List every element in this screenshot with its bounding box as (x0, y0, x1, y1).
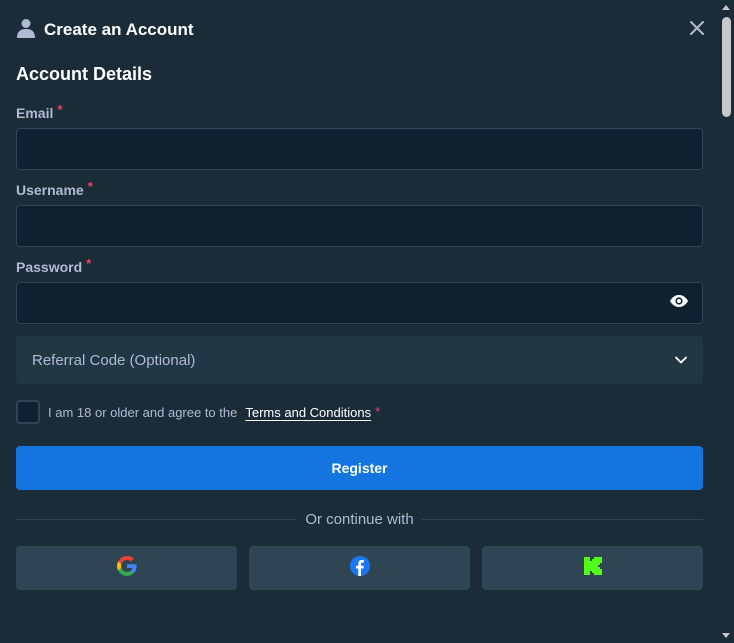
create-account-modal: Create an Account Account Details Email … (0, 0, 719, 643)
kick-login-button[interactable] (482, 546, 703, 590)
divider-line-left (16, 518, 298, 520)
username-label: Username * (16, 179, 703, 198)
divider: Or continue with (16, 510, 704, 528)
email-field-group: Email * (16, 102, 703, 170)
referral-code-toggle[interactable]: Referral Code (Optional) (16, 336, 703, 384)
required-mark: * (375, 404, 381, 419)
terms-text: I am 18 or older and agree to the (48, 404, 238, 420)
social-login-row (16, 546, 703, 590)
close-icon (689, 20, 705, 41)
email-label: Email * (16, 102, 703, 121)
username-label-text: Username (16, 182, 84, 198)
username-input[interactable] (16, 205, 703, 247)
divider-line-right (421, 518, 704, 520)
required-mark: * (57, 102, 63, 117)
password-input-wrap (16, 282, 703, 324)
email-input[interactable] (16, 128, 703, 170)
google-icon (116, 555, 137, 581)
facebook-login-button[interactable] (249, 546, 470, 590)
password-visibility-toggle[interactable] (669, 294, 689, 312)
user-icon (16, 18, 36, 43)
terms-link[interactable]: Terms and Conditions (245, 405, 371, 420)
email-label-text: Email (16, 105, 54, 121)
required-mark: * (86, 256, 92, 271)
terms-checkbox[interactable] (16, 400, 40, 424)
scrollbar[interactable] (719, 0, 734, 643)
close-button[interactable] (685, 18, 709, 42)
scroll-up-arrow-icon[interactable] (722, 5, 730, 10)
section-title: Account Details (16, 64, 153, 84)
modal-title: Create an Account (44, 20, 194, 39)
google-login-button[interactable] (16, 546, 237, 590)
password-field-group: Password * (16, 256, 703, 324)
username-field-group: Username * (16, 179, 703, 247)
register-button[interactable]: Register (16, 446, 703, 490)
facebook-icon (349, 555, 370, 581)
modal-header: Create an Account (16, 0, 704, 60)
password-label-text: Password (16, 259, 83, 275)
terms-row: I am 18 or older and agree to the Terms … (16, 400, 703, 424)
password-input[interactable] (16, 282, 703, 324)
chevron-down-icon (675, 351, 687, 369)
scroll-down-arrow-icon[interactable] (722, 633, 730, 638)
header-title-group: Create an Account (16, 18, 194, 43)
password-label: Password * (16, 256, 703, 275)
scroll-thumb[interactable] (722, 17, 731, 117)
eye-icon (670, 294, 688, 312)
kick-icon (583, 556, 602, 580)
required-mark: * (87, 179, 93, 194)
referral-label: Referral Code (Optional) (32, 351, 196, 369)
divider-text: Or continue with (305, 510, 414, 528)
